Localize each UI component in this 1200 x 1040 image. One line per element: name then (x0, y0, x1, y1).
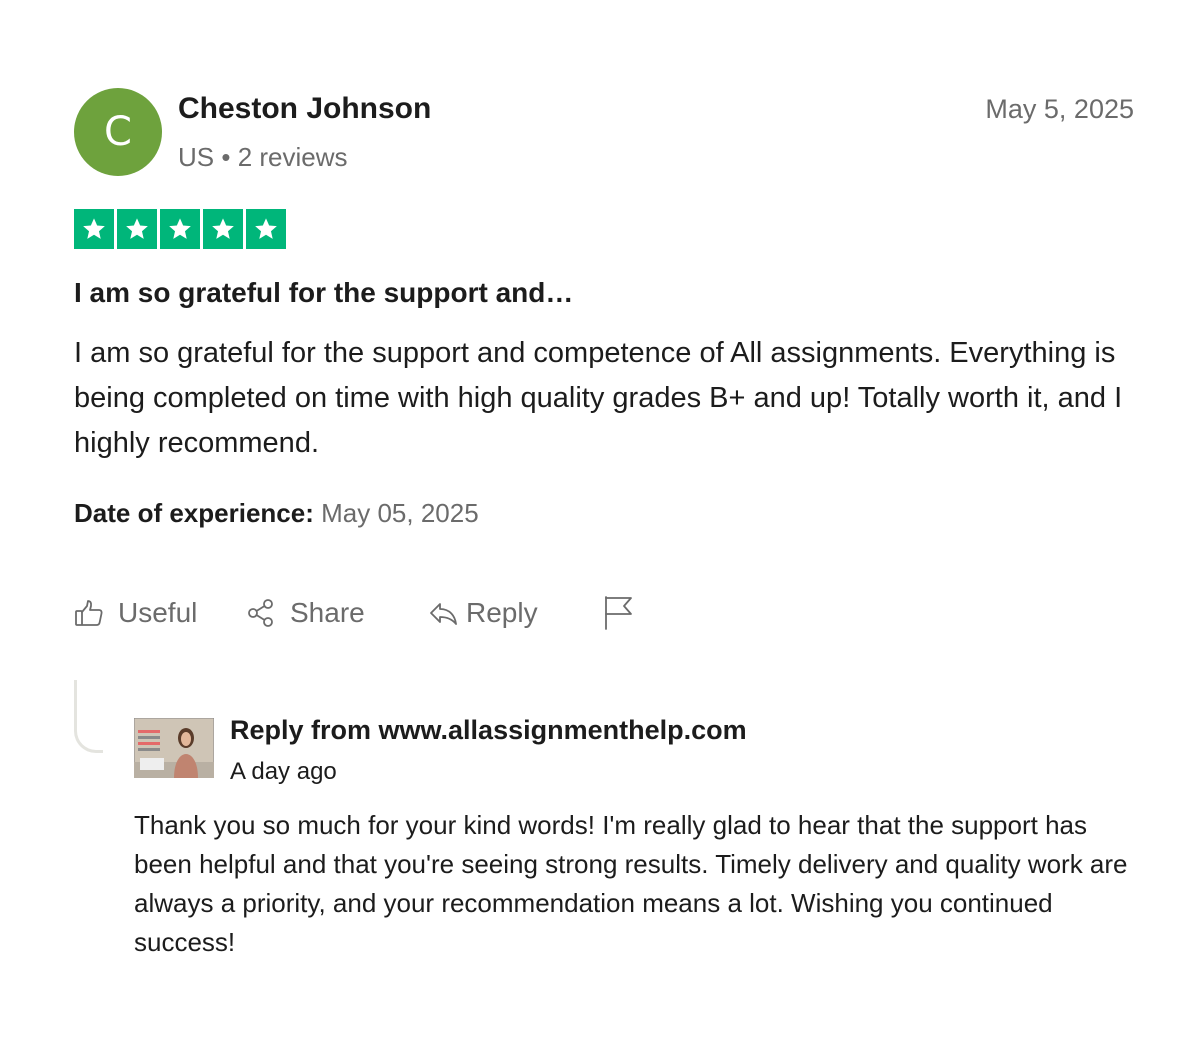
reply-time: A day ago (230, 758, 337, 785)
experience-label: Date of experience: (74, 498, 314, 528)
review-date: May 5, 2025 (985, 94, 1134, 124)
reply-author: Reply from www.allassignmenthelp.com (230, 715, 747, 745)
useful-button[interactable]: Useful (74, 593, 197, 633)
meta-separator: • (221, 142, 231, 172)
share-label: Share (290, 597, 365, 628)
reply-arrow-icon (428, 598, 458, 628)
reviewer-meta: US • 2 reviews (178, 142, 348, 173)
star-icon (246, 209, 286, 249)
review-title[interactable]: I am so grateful for the support and… (74, 277, 573, 309)
reply-label: Reply (466, 597, 538, 628)
thumbs-up-icon (74, 598, 104, 628)
star-icon (203, 209, 243, 249)
reviewer-initial: C (104, 109, 132, 155)
reply-button[interactable]: Reply (428, 593, 538, 633)
star-icon (117, 209, 157, 249)
date-of-experience: Date of experience: May 05, 2025 (74, 498, 479, 529)
review-card: C Cheston Johnson US • 2 reviews May 5, … (74, 88, 1134, 988)
reviewer-name[interactable]: Cheston Johnson (178, 92, 431, 126)
useful-label: Useful (118, 597, 198, 628)
reply-thread-connector (74, 680, 103, 753)
experience-date: May 05, 2025 (321, 498, 479, 528)
flag-icon (602, 595, 636, 631)
star-rating (74, 209, 286, 249)
share-button[interactable]: Share (246, 593, 365, 633)
reply-author-avatar (134, 718, 214, 778)
review-actions: Useful Share Reply (74, 593, 774, 633)
star-icon (160, 209, 200, 249)
report-flag-button[interactable] (602, 593, 636, 633)
reviewer-review-count: 2 reviews (237, 142, 348, 172)
reviewer-avatar[interactable]: C (74, 88, 162, 176)
reviewer-country: US (178, 142, 215, 172)
share-icon (246, 598, 276, 628)
star-icon (74, 209, 114, 249)
review-body: I am so grateful for the support and com… (74, 337, 1123, 459)
reply-body: Thank you so much for your kind words! I… (134, 810, 1128, 957)
